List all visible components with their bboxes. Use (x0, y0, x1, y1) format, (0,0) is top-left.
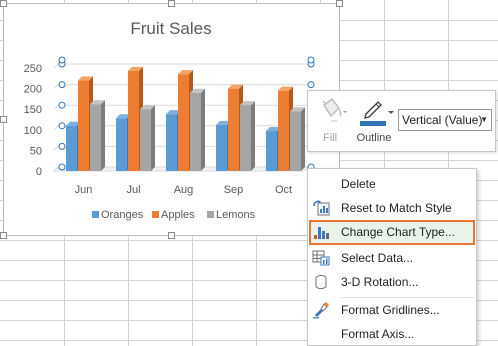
bar-lemons-oct[interactable] (290, 111, 301, 171)
pen-outline-icon (360, 101, 394, 126)
axis-selection-handle[interactable] (58, 101, 66, 109)
x-tick-label-jul[interactable]: Jul (126, 184, 140, 196)
x-tick-label-aug[interactable]: Aug (174, 184, 194, 196)
fill-button[interactable]: Fill (312, 95, 348, 145)
bar-apples-oct[interactable] (278, 90, 289, 171)
chart-area[interactable]: Fruit Sales 0 50 100 150 200 250 Jun Jul Aug Sep… (3, 3, 340, 236)
menu-item-delete[interactable]: Delete (309, 172, 475, 196)
bar-apples-sep[interactable] (228, 88, 239, 171)
legend-label-lemons[interactable]: Lemons (216, 209, 256, 221)
gridline-depth[interactable] (53, 146, 59, 151)
chart-title[interactable]: Fruit Sales (130, 19, 211, 38)
axis-selection-handle[interactable] (58, 142, 66, 150)
data-series[interactable] (66, 66, 305, 171)
fill-label: Fill (322, 132, 338, 144)
chart-resize-handle-w[interactable] (0, 116, 7, 123)
menu-item-label: Format Axis... (341, 327, 415, 341)
bar-lemons-jul-side[interactable] (151, 105, 155, 171)
bar-lemons-aug[interactable] (190, 92, 201, 171)
bar-lemons-jun[interactable] (90, 104, 101, 171)
paint-bucket-icon (322, 98, 347, 122)
y-tick-label[interactable]: 200 (24, 84, 42, 96)
y-tick-label[interactable]: 150 (24, 104, 42, 116)
y-tick-label[interactable]: 50 (30, 145, 42, 157)
chart-resize-handle-s[interactable] (168, 232, 175, 239)
horizontal-category-axis[interactable]: Jun Jul Aug Sep Oct (75, 184, 292, 196)
reset-style-icon (313, 200, 330, 216)
menu-item-label: 3-D Rotation... (341, 275, 419, 289)
menu-item-select-data[interactable]: Select Data... (309, 246, 475, 270)
menu-item-label: Reset to Match Style (341, 201, 452, 215)
y-tick-label[interactable]: 100 (24, 125, 42, 137)
bar-oranges-aug[interactable] (166, 114, 177, 171)
menu-item-label: Format Gridlines... (341, 303, 440, 317)
menu-item-change-chart-type[interactable]: Change Chart Type... (309, 220, 475, 245)
format-mini-toolbar: Fill Outline Vertical (Value) ▼ (307, 90, 496, 152)
gridline-depth[interactable] (53, 104, 59, 110)
axis-selection-handle[interactable] (58, 56, 66, 64)
bar-lemons-sep-side[interactable] (251, 101, 255, 171)
chart-resize-handle-sw[interactable] (0, 232, 7, 239)
x-tick-label-jun[interactable]: Jun (75, 184, 93, 196)
menu-item-format-axis[interactable]: Format Axis... (309, 322, 475, 346)
outline-button[interactable]: Outline (352, 95, 396, 145)
menu-item-label: Delete (341, 177, 376, 191)
chart-resize-handle-n[interactable] (168, 0, 175, 7)
legend-label-apples[interactable]: Apples (161, 209, 195, 221)
axis-selection-handle[interactable] (58, 122, 66, 130)
bar-lemons-sep[interactable] (240, 105, 251, 171)
x-tick-label-oct[interactable]: Oct (275, 184, 292, 196)
bar-lemons-jul[interactable] (140, 109, 151, 171)
gridline-depth[interactable] (53, 125, 59, 131)
chart-context-menu: Delete Reset to Match Style Change Chart… (307, 168, 477, 346)
chart-resize-handle-nw[interactable] (0, 0, 7, 7)
gridline-depth[interactable] (53, 84, 59, 89)
bar-oranges-oct[interactable] (266, 131, 277, 171)
axis-selection-handle[interactable] (307, 56, 315, 64)
menu-item-label: Change Chart Type... (341, 225, 455, 239)
y-tick-label[interactable]: 250 (24, 63, 42, 75)
bar-oranges-jul[interactable] (116, 118, 127, 171)
column-chart[interactable]: Fruit Sales 0 50 100 150 200 250 Jun Jul Aug Sep… (4, 4, 339, 235)
axis-selection-handle[interactable] (307, 81, 315, 89)
axis-selection-handle[interactable] (58, 163, 66, 171)
axis-selection-handle[interactable] (58, 81, 66, 89)
outline-label: Outline (356, 132, 392, 144)
chart-element-dropdown-value: Vertical (Value) (402, 113, 483, 127)
format-gridlines-icon (313, 302, 329, 319)
menu-item-3d-rotation[interactable]: 3-D Rotation... (309, 270, 475, 294)
bar-apples-jul[interactable] (128, 70, 139, 171)
select-data-icon (312, 250, 330, 266)
bar-apples-aug[interactable] (178, 74, 189, 171)
gridline-depth[interactable] (53, 63, 59, 69)
menu-item-reset-to-match-style[interactable]: Reset to Match Style (309, 196, 475, 220)
bar-oranges-jun[interactable] (66, 125, 77, 171)
menu-item-label: Select Data... (341, 251, 414, 265)
chart-resize-handle-ne[interactable] (336, 0, 343, 7)
bar-oranges-sep[interactable] (216, 124, 227, 171)
change-chart-type-icon (314, 227, 329, 239)
bar-apples-jun[interactable] (78, 80, 89, 171)
menu-item-format-gridlines[interactable]: Format Gridlines... (309, 298, 475, 322)
legend-swatch-oranges[interactable] (92, 211, 99, 218)
bar-lemons-aug-side[interactable] (201, 88, 205, 171)
3d-rotation-icon (315, 275, 327, 289)
chart-legend[interactable]: Oranges Apples Lemons (92, 209, 256, 221)
bar-lemons-oct-side[interactable] (301, 107, 305, 171)
y-tick-label[interactable]: 0 (36, 166, 42, 178)
legend-swatch-lemons[interactable] (207, 211, 214, 218)
x-tick-label-sep[interactable]: Sep (224, 184, 244, 196)
legend-swatch-apples[interactable] (152, 211, 159, 218)
bar-lemons-jun-side[interactable] (101, 100, 105, 171)
chart-element-dropdown[interactable]: Vertical (Value) ▼ (398, 109, 492, 131)
chevron-down-icon[interactable]: ▼ (480, 110, 488, 130)
legend-label-oranges[interactable]: Oranges (101, 209, 144, 221)
